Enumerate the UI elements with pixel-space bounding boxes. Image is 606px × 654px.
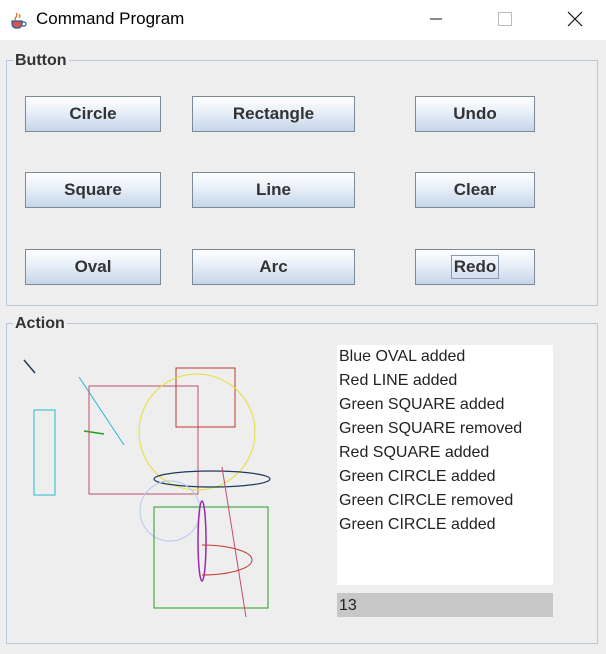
log-entry: Green CIRCLE added	[339, 516, 496, 533]
close-button[interactable]	[552, 0, 598, 38]
circle-button[interactable]: Circle	[25, 96, 161, 132]
shape-count-field: 13	[337, 593, 553, 617]
red-line-shape	[221, 466, 247, 618]
log-entry: Green SQUARE added	[339, 396, 505, 413]
window-title: Command Program	[36, 9, 185, 28]
lightblue-circle-shape	[139, 480, 201, 542]
redo-button[interactable]: Redo	[415, 249, 535, 285]
undo-button[interactable]: Undo	[415, 96, 535, 132]
log-entry: Blue OVAL added	[339, 348, 466, 365]
yellow-circle-shape	[138, 373, 256, 491]
title-bar: Command Program	[0, 0, 606, 40]
cyan-line-shape	[78, 376, 125, 446]
purple-oval-shape	[197, 500, 207, 582]
minimize-button[interactable]	[413, 0, 459, 38]
action-group-legend: Action	[13, 315, 67, 333]
arc-button[interactable]: Arc	[192, 249, 355, 285]
drawing-canvas[interactable]	[14, 345, 324, 630]
rectangle-button[interactable]: Rectangle	[192, 96, 355, 132]
pink-square-shape	[88, 385, 199, 495]
action-log: Blue OVAL added Red LINE added Green SQU…	[337, 345, 553, 585]
log-entry: Red LINE added	[339, 372, 458, 389]
navy-line-shape	[23, 359, 36, 374]
log-entry: Green SQUARE removed	[339, 420, 523, 437]
button-group-legend: Button	[13, 52, 69, 70]
red-arc-shape	[201, 544, 253, 576]
log-entry: Red SQUARE added	[339, 444, 490, 461]
navy-oval-shape	[153, 470, 271, 488]
clear-button[interactable]: Clear	[415, 172, 535, 208]
minimize-icon	[430, 18, 442, 20]
close-icon	[567, 11, 583, 27]
log-entry: Green CIRCLE added	[339, 468, 496, 485]
cyan-rectangle-shape	[33, 409, 56, 496]
red-square-shape	[175, 367, 236, 428]
line-button[interactable]: Line	[192, 172, 355, 208]
log-entry: Green CIRCLE removed	[339, 492, 514, 509]
maximize-button[interactable]	[482, 0, 528, 38]
green-short-line-shape	[83, 430, 105, 435]
maximize-icon	[498, 12, 512, 26]
java-cup-icon	[8, 10, 28, 30]
square-button[interactable]: Square	[25, 172, 161, 208]
redo-button-label: Redo	[450, 255, 500, 279]
oval-button[interactable]: Oval	[25, 249, 161, 285]
